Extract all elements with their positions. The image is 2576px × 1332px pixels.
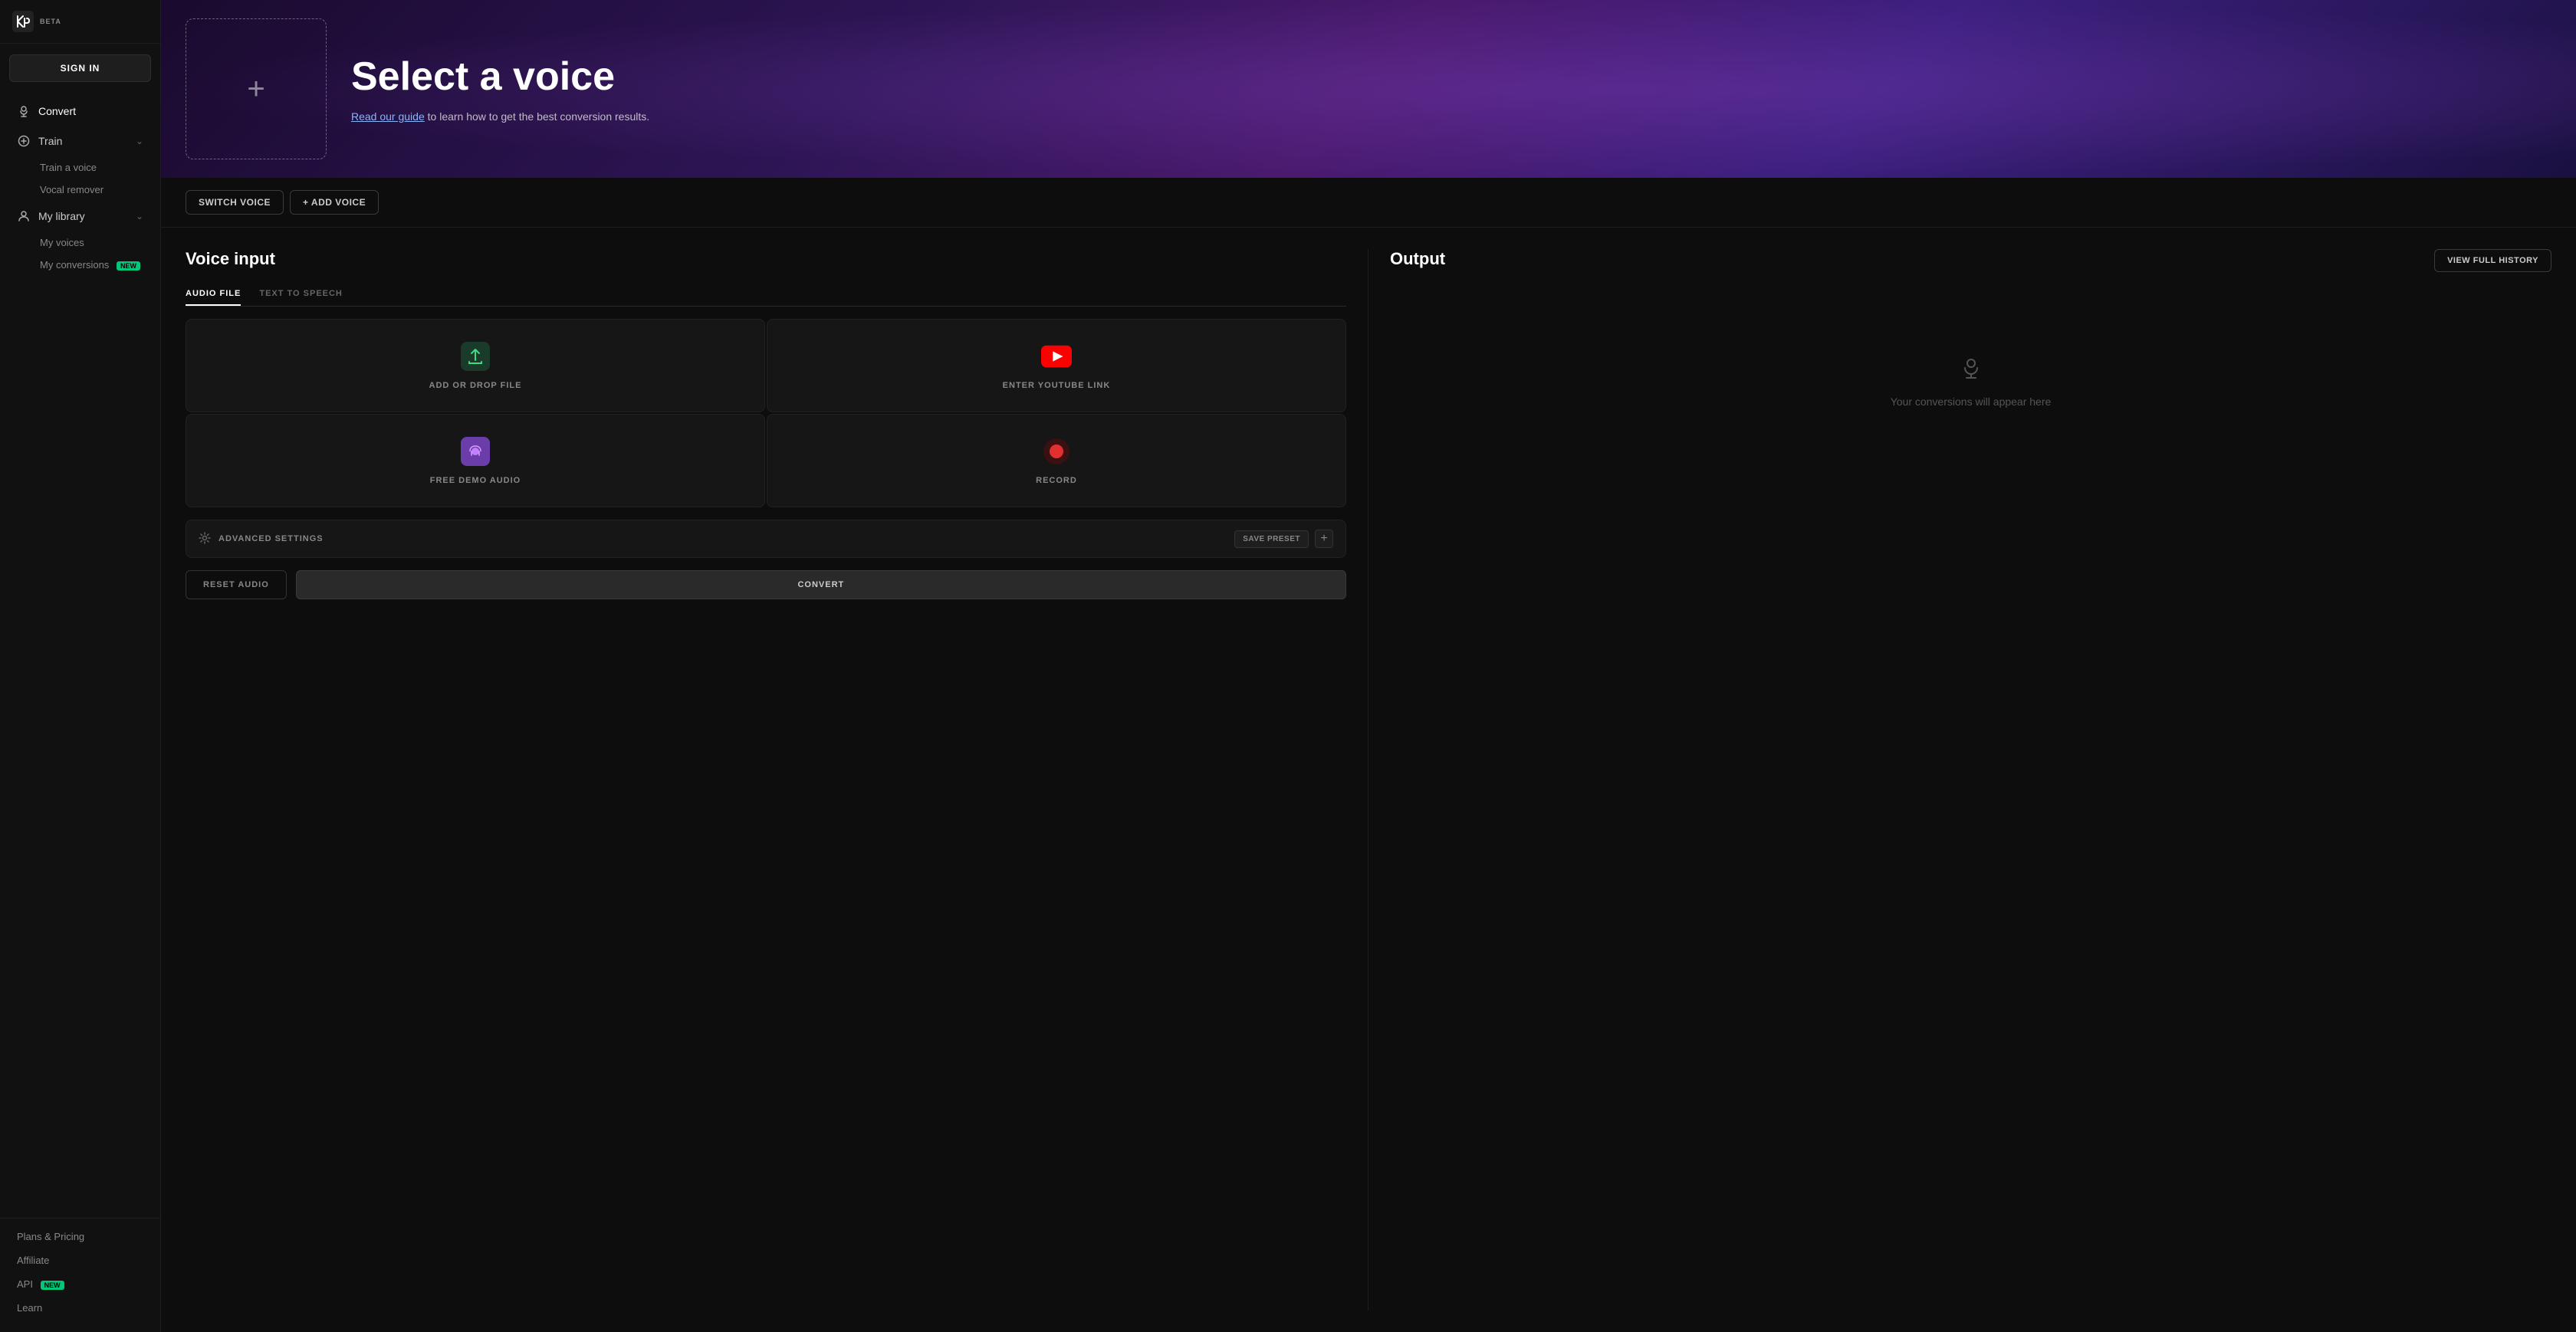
sidebar-nav: Convert Train ⌄ Train a voice Vocal remo… <box>0 93 160 1218</box>
sidebar-item-convert[interactable]: Convert <box>5 97 156 126</box>
sidebar: BETA SIGN IN Convert <box>0 0 161 1332</box>
sidebar-item-vocal-remover[interactable]: Vocal remover <box>34 179 160 201</box>
advanced-settings[interactable]: ADVANCED SETTINGS SAVE PRESET + <box>186 520 1346 558</box>
add-voice-plus-icon: + <box>247 74 264 104</box>
hero-title: Select a voice <box>351 55 649 99</box>
controls-bar: SWITCH VOICE + ADD VOICE <box>161 178 2576 228</box>
voice-input-section: Voice input AUDIO FILE TEXT TO SPEECH A <box>186 249 1368 1311</box>
voice-input-title: Voice input <box>186 249 1346 269</box>
convert-label: Convert <box>38 105 143 117</box>
upload-icon <box>460 341 491 372</box>
my-library-label: My library <box>38 210 128 222</box>
chevron-down-icon-library: ⌄ <box>136 211 143 221</box>
tab-audio-file[interactable]: AUDIO FILE <box>186 283 241 306</box>
output-header: Output VIEW FULL HISTORY <box>1390 249 2551 283</box>
plans-pricing-link[interactable]: Plans & Pricing <box>0 1225 160 1248</box>
add-preset-button[interactable]: + <box>1315 530 1333 548</box>
output-mic-icon <box>1959 355 1983 385</box>
record-label: RECORD <box>1036 476 1077 485</box>
save-preset-button[interactable]: SAVE PRESET <box>1234 530 1309 548</box>
library-sub-items: My voices My conversions NEW <box>0 231 160 276</box>
add-voice-button[interactable]: + ADD VOICE <box>290 190 379 215</box>
advanced-settings-right: SAVE PRESET + <box>1234 530 1333 548</box>
input-card-record[interactable]: RECORD <box>767 414 1346 507</box>
tab-text-to-speech[interactable]: TEXT TO SPEECH <box>259 283 343 306</box>
output-empty-state: Your conversions will appear here <box>1390 304 2551 458</box>
advanced-settings-left: ADVANCED SETTINGS <box>199 532 324 546</box>
affiliate-link[interactable]: Affiliate <box>0 1248 160 1272</box>
reset-audio-button[interactable]: RESET AUDIO <box>186 570 287 599</box>
sidebar-header: BETA <box>0 0 160 44</box>
sign-in-button[interactable]: SIGN IN <box>9 54 151 82</box>
chevron-down-icon: ⌄ <box>136 136 143 146</box>
input-tabs: AUDIO FILE TEXT TO SPEECH <box>186 283 1346 307</box>
content-area: Voice input AUDIO FILE TEXT TO SPEECH A <box>161 228 2576 1332</box>
gear-icon <box>199 532 211 546</box>
logo: BETA <box>12 11 61 32</box>
person-icon <box>17 209 31 223</box>
youtube-icon <box>1041 341 1072 372</box>
hero-subtitle: Read our guide to learn how to get the b… <box>351 110 649 123</box>
switch-voice-button[interactable]: SWITCH VOICE <box>186 190 284 215</box>
main-content: + Select a voice Read our guide to learn… <box>161 0 2576 1332</box>
sidebar-bottom: Plans & Pricing Affiliate API NEW Learn <box>0 1218 160 1332</box>
new-badge-conversions: NEW <box>117 261 140 271</box>
plus-circle-icon <box>17 134 31 148</box>
action-buttons: RESET AUDIO CONVERT <box>186 570 1346 599</box>
convert-button[interactable]: CONVERT <box>296 570 1346 599</box>
sidebar-item-my-voices[interactable]: My voices <box>34 231 160 254</box>
api-link[interactable]: API NEW <box>0 1272 160 1296</box>
input-cards-grid: ADD OR DROP FILE ENTER YOUTUBE LINK <box>186 319 1346 507</box>
train-label: Train <box>38 135 128 147</box>
input-card-youtube[interactable]: ENTER YOUTUBE LINK <box>767 319 1346 412</box>
hero-text: Select a voice Read our guide to learn h… <box>351 55 649 122</box>
learn-link[interactable]: Learn <box>0 1296 160 1320</box>
sidebar-item-train-voice[interactable]: Train a voice <box>34 156 160 179</box>
sidebar-item-my-conversions[interactable]: My conversions NEW <box>34 254 160 276</box>
new-badge-api: NEW <box>41 1281 64 1290</box>
sidebar-item-train[interactable]: Train ⌄ <box>5 126 156 156</box>
train-sub-items: Train a voice Vocal remover <box>0 156 160 201</box>
sidebar-item-my-library[interactable]: My library ⌄ <box>5 202 156 231</box>
hero-section: + Select a voice Read our guide to learn… <box>161 0 2576 178</box>
output-section: Output VIEW FULL HISTORY Your conversion… <box>1368 249 2551 1311</box>
youtube-label: ENTER YOUTUBE LINK <box>1003 381 1111 390</box>
logo-icon <box>12 11 34 32</box>
add-drop-label: ADD OR DROP FILE <box>429 381 522 390</box>
output-empty-text: Your conversions will appear here <box>1891 395 2052 408</box>
record-icon <box>1041 436 1072 467</box>
guide-link[interactable]: Read our guide <box>351 110 425 123</box>
view-full-history-button[interactable]: VIEW FULL HISTORY <box>2434 249 2551 272</box>
input-card-add-drop[interactable]: ADD OR DROP FILE <box>186 319 765 412</box>
demo-icon <box>460 436 491 467</box>
microphone-icon <box>17 104 31 118</box>
demo-label: FREE DEMO AUDIO <box>430 476 521 485</box>
output-title: Output <box>1390 249 1445 269</box>
input-card-demo[interactable]: FREE DEMO AUDIO <box>186 414 765 507</box>
voice-placeholder[interactable]: + <box>186 18 327 159</box>
beta-badge: BETA <box>40 18 61 25</box>
